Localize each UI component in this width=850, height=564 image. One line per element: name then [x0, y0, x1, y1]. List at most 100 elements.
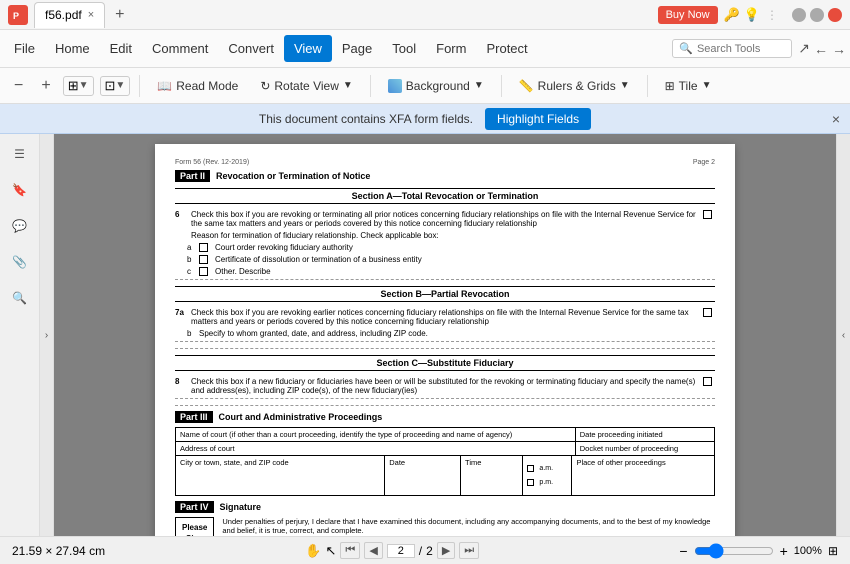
current-page-input[interactable]: [387, 544, 415, 558]
zoom-minus-icon[interactable]: −: [8, 75, 29, 97]
pdf-area[interactable]: Form 56 (Rev. 12-2019) Page 2 Part II Re…: [54, 134, 836, 536]
rulers-grids-button[interactable]: 📏 Rulers & Grids ▼: [511, 75, 638, 97]
sign-please: Please: [182, 522, 207, 533]
perjury-text: Under penalties of perjury, I declare th…: [222, 517, 715, 535]
new-tab-btn[interactable]: +: [111, 6, 128, 24]
checkbox-c[interactable]: [199, 267, 208, 276]
checkbox-b[interactable]: [199, 255, 208, 264]
maximize-button[interactable]: [810, 8, 824, 22]
right-collapse-arrow[interactable]: ‹: [836, 134, 850, 536]
rotate-view-button[interactable]: ↻ Rotate View ▼: [252, 75, 360, 97]
separator-3: [501, 75, 502, 97]
sidebar-attachments-icon[interactable]: 📎: [8, 250, 32, 274]
sidebar-bookmarks-icon[interactable]: 🔖: [8, 178, 32, 202]
row-6-num: 6: [175, 210, 187, 219]
background-label: Background: [406, 79, 470, 93]
menu-protect[interactable]: Protect: [476, 35, 537, 62]
row-8-checkbox[interactable]: [703, 377, 712, 386]
nav-first-button[interactable]: ⏮: [340, 542, 360, 559]
row-b: b Certificate of dissolution or terminat…: [187, 255, 715, 264]
sidebar-pages-icon[interactable]: ☰: [8, 142, 32, 166]
row-7a: 7a Check this box if you are revoking ea…: [175, 308, 715, 326]
part-ii-label: Part II: [175, 170, 210, 182]
hand-tool-icon[interactable]: ✋: [305, 543, 321, 559]
read-mode-button[interactable]: 📖 Read Mode: [149, 75, 246, 97]
part-iii-label: Part III: [175, 411, 213, 423]
zoom-in-btn[interactable]: +: [780, 543, 788, 559]
status-bar: 21.59 × 27.94 cm ✋ ↖ ⏮ ◀ / 2 ▶ ⏭ − + 100…: [0, 536, 850, 564]
part-ii-title: Revocation or Termination of Notice: [216, 171, 370, 181]
row-7a-text: Check this box if you are revoking earli…: [191, 308, 699, 326]
rulers-icon: 📏: [519, 79, 534, 93]
menu-comment[interactable]: Comment: [142, 35, 218, 62]
nav-last-button[interactable]: ⏭: [459, 542, 479, 559]
menu-tool[interactable]: Tool: [382, 35, 426, 62]
row-7b-letter: b: [187, 329, 195, 338]
active-tab[interactable]: f56.pdf ×: [34, 2, 105, 28]
am-pm-cell: a.m. p.m.: [523, 456, 572, 495]
main-area: ☰ 🔖 💬 📎 🔍 › Form 56 (Rev. 12-2019) Page …: [0, 134, 850, 536]
xfa-close-button[interactable]: ×: [832, 111, 840, 127]
minimize-button[interactable]: [792, 8, 806, 22]
section-b-title: Section B—Partial Revocation: [175, 286, 715, 302]
zoom-plus-icon[interactable]: +: [35, 75, 56, 97]
form-header: Form 56 (Rev. 12-2019) Page 2: [175, 159, 715, 166]
tab-close-btn[interactable]: ×: [88, 9, 94, 21]
row-6-text: Check this box if you are revoking or te…: [191, 210, 699, 228]
row-a-text: Court order revoking fiduciary authority: [215, 243, 353, 252]
rotate-icon: ↻: [260, 79, 270, 93]
sidebar-comments-icon[interactable]: 💬: [8, 214, 32, 238]
search-box[interactable]: 🔍: [672, 39, 792, 58]
snap-selector[interactable]: ⊡ ▼: [100, 76, 131, 96]
menu-home[interactable]: Home: [45, 35, 100, 62]
title-bar: P f56.pdf × + Buy Now 🔑 💡 ⋮: [0, 0, 850, 30]
dotted-line-3: [175, 348, 715, 349]
menu-file[interactable]: File: [4, 35, 45, 62]
highlight-fields-button[interactable]: Highlight Fields: [485, 108, 591, 130]
background-icon: [388, 79, 402, 93]
row-7a-checkbox[interactable]: [703, 308, 712, 317]
menu-convert[interactable]: Convert: [218, 35, 284, 62]
buy-now-button[interactable]: Buy Now: [658, 6, 718, 24]
menu-page[interactable]: Page: [332, 35, 382, 62]
dotted-line-2: [175, 341, 715, 342]
zoom-slider[interactable]: [694, 543, 774, 559]
nav-prev-button[interactable]: ◀: [364, 542, 382, 559]
tile-label: Tile: [679, 79, 698, 93]
dotted-line-4: [175, 398, 715, 399]
form-number: Form 56 (Rev. 12-2019): [175, 159, 249, 166]
read-mode-label: Read Mode: [176, 79, 238, 93]
rotate-arrow: ▼: [343, 80, 353, 91]
fit-page-btn[interactable]: ⊞: [828, 544, 838, 558]
part-iii-title: Court and Administrative Proceedings: [219, 412, 383, 422]
view-mode-selector[interactable]: ⊞ ▼: [63, 76, 94, 96]
background-button[interactable]: Background ▼: [380, 75, 492, 97]
snap-icon: ⊡: [105, 78, 116, 94]
title-bar-left: P f56.pdf × +: [8, 2, 650, 28]
sidebar-search-icon[interactable]: 🔍: [8, 286, 32, 310]
left-collapse-arrow[interactable]: ›: [40, 134, 54, 536]
row-6-checkbox[interactable]: [703, 210, 712, 219]
rulers-arrow: ▼: [620, 80, 630, 91]
select-tool-icon[interactable]: ↖: [326, 543, 337, 559]
row-8-text: Check this box if a new fiduciary or fid…: [191, 377, 699, 395]
search-input[interactable]: [697, 43, 777, 55]
court-table: Name of court (if other than a court pro…: [175, 427, 715, 496]
page-separator: /: [419, 544, 422, 558]
separator-1: [139, 75, 140, 97]
row-7a-num: 7a: [175, 308, 187, 317]
rotate-label: Rotate View: [274, 79, 338, 93]
checkbox-a[interactable]: [199, 243, 208, 252]
tile-button[interactable]: ⊞ Tile ▼: [657, 75, 720, 97]
reason-label: Reason for termination of fiduciary rela…: [191, 231, 715, 240]
menu-edit[interactable]: Edit: [100, 35, 142, 62]
zoom-out-btn[interactable]: −: [679, 543, 687, 559]
separator-4: [647, 75, 648, 97]
dotted-line-5: [175, 405, 715, 406]
menu-form[interactable]: Form: [426, 35, 476, 62]
external-link-icon: ↗: [798, 40, 810, 57]
menu-view[interactable]: View: [284, 35, 332, 62]
court-table-row-1: Name of court (if other than a court pro…: [176, 428, 714, 442]
close-button[interactable]: [828, 8, 842, 22]
nav-next-button[interactable]: ▶: [437, 542, 455, 559]
